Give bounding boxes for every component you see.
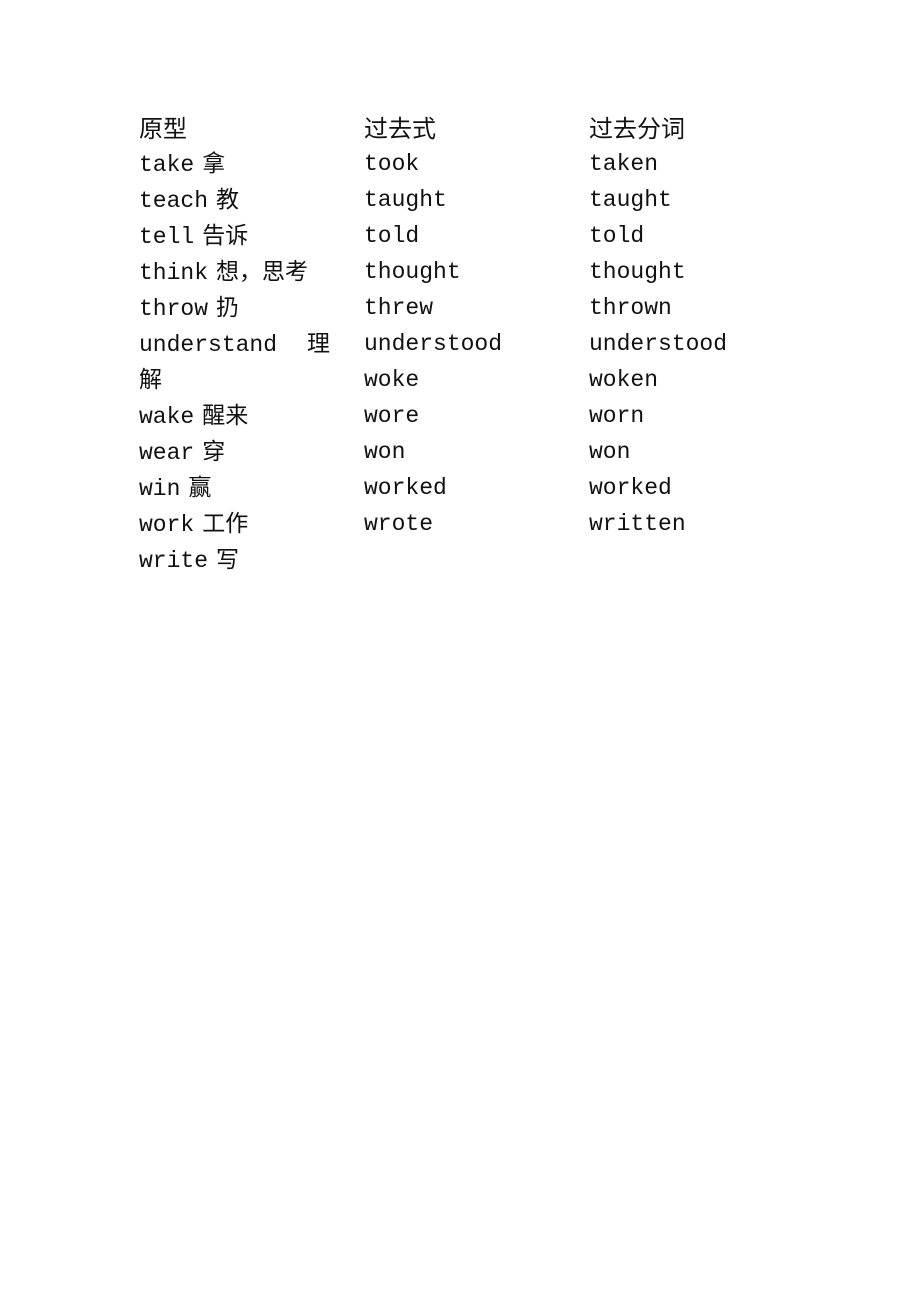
meaning: 赢: [188, 475, 212, 501]
base-form-row: take 拿: [139, 146, 339, 182]
header-past: 过去式: [364, 115, 436, 143]
past-participle: understood: [589, 331, 728, 357]
base-form-row: tell 告诉: [139, 218, 339, 254]
base-form-row-continuation: 解: [139, 362, 339, 398]
base-word: write: [139, 548, 209, 574]
base-form-row: write 写: [139, 542, 339, 578]
base-word: teach: [139, 188, 209, 214]
past-tense-column: 过去式 took taught told thought threw under…: [364, 110, 584, 542]
past-participle: taken: [589, 151, 659, 177]
past-form: worked: [364, 475, 447, 501]
past-form: threw: [364, 295, 434, 321]
base-form-row: work 工作: [139, 506, 339, 542]
base-word: win: [139, 476, 181, 502]
meaning: 解: [139, 367, 162, 393]
meaning: 写: [216, 547, 240, 573]
base-form-row: understand 理: [139, 326, 339, 362]
base-form-row: throw 扔: [139, 290, 339, 326]
base-form-row: wake 醒来: [139, 398, 339, 434]
past-form: understood: [364, 331, 503, 357]
past-participle: worked: [589, 475, 672, 501]
past-participle: taught: [589, 187, 672, 213]
past-form: taught: [364, 187, 447, 213]
past-participle: won: [589, 439, 631, 465]
base-word: work: [139, 512, 195, 538]
past-participle: worn: [589, 403, 645, 429]
past-participle: woken: [589, 367, 659, 393]
past-form: wore: [364, 403, 420, 429]
past-participle: written: [589, 511, 686, 537]
meaning: 穿: [202, 439, 226, 465]
meaning: 理: [307, 331, 331, 357]
base-word: take: [139, 152, 195, 178]
past-form: wrote: [364, 511, 434, 537]
meaning: 醒来: [202, 403, 249, 429]
past-participle: thrown: [589, 295, 672, 321]
past-form: thought: [364, 259, 461, 285]
past-form: woke: [364, 367, 420, 393]
document-page: 原型 take 拿 teach 教 tell 告诉 think 想，思考 throw 扔 …: [0, 0, 920, 1302]
meaning: 想，思考: [216, 259, 309, 285]
base-word: think: [139, 260, 209, 286]
meaning: 工作: [202, 511, 249, 537]
base-form-row: wear 穿: [139, 434, 339, 470]
base-form-row: think 想，思考: [139, 254, 339, 290]
past-participle-column: 过去分词 taken taught told thought thrown un…: [589, 110, 809, 542]
header-past-participle: 过去分词: [589, 115, 685, 143]
base-form-column: 原型 take 拿 teach 教 tell 告诉 think 想，思考 throw 扔 …: [139, 110, 339, 578]
past-form: told: [364, 223, 420, 249]
base-word: understand: [139, 332, 278, 358]
past-form: won: [364, 439, 406, 465]
meaning: 扔: [216, 295, 240, 321]
base-word: tell: [139, 224, 195, 250]
meaning: 拿: [202, 151, 226, 177]
header-base: 原型: [139, 115, 187, 143]
base-word: wear: [139, 440, 195, 466]
base-form-row: teach 教: [139, 182, 339, 218]
meaning: 教: [216, 187, 240, 213]
base-form-row: win 赢: [139, 470, 339, 506]
base-word: throw: [139, 296, 209, 322]
meaning: 告诉: [202, 223, 249, 249]
base-word: wake: [139, 404, 195, 430]
past-participle: thought: [589, 259, 686, 285]
past-participle: told: [589, 223, 645, 249]
past-form: took: [364, 151, 420, 177]
